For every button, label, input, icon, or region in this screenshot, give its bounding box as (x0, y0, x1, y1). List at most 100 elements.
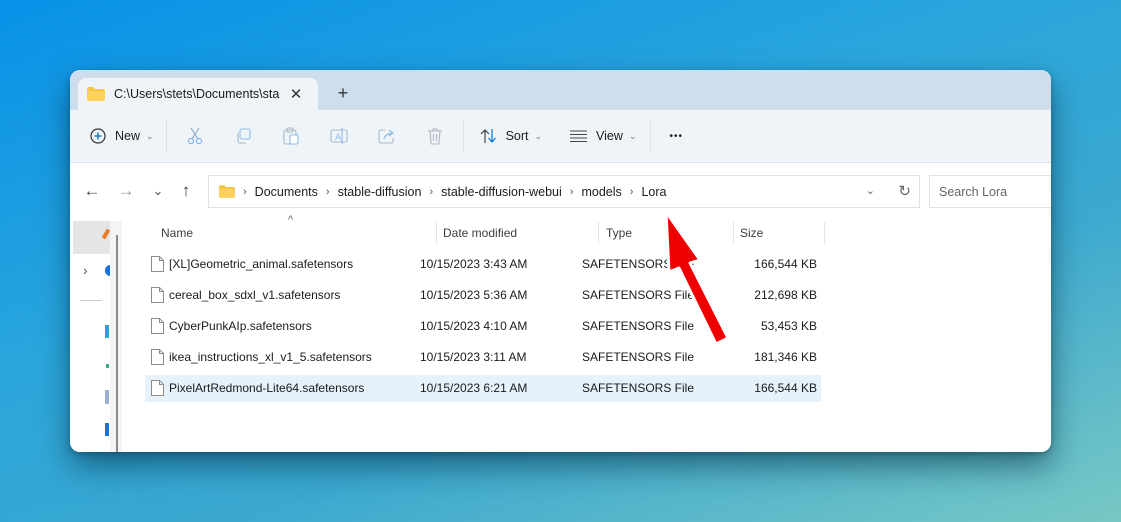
file-date-modified: 10/15/2023 3:11 AM (420, 350, 527, 364)
breadcrumb-separator[interactable]: › (630, 186, 634, 198)
column-header-size[interactable]: Size (740, 218, 763, 246)
file-date-modified: 10/15/2023 4:10 AM (420, 319, 528, 333)
file-name: ikea_instructions_xl_v1_5.safetensors (169, 350, 372, 364)
cut-button[interactable] (171, 120, 219, 152)
navigation-pane: › (70, 218, 122, 452)
expand-chevron-icon[interactable]: › (83, 262, 88, 278)
file-type: SAFETENSORS File (582, 288, 695, 302)
breadcrumb-models[interactable]: models (581, 185, 621, 199)
file-size: 166,544 KB (754, 257, 817, 271)
breadcrumb-separator[interactable]: › (243, 186, 247, 198)
nav-pane-scrollbar[interactable] (110, 221, 122, 452)
nav-pane-selected-item[interactable] (73, 221, 111, 254)
column-divider[interactable] (733, 222, 734, 244)
folder-icon (87, 87, 105, 101)
delete-icon (427, 128, 442, 145)
breadcrumb-stable-diffusion[interactable]: stable-diffusion (338, 185, 422, 199)
file-size: 212,698 KB (754, 288, 817, 302)
file-type: SAFETENSORS File (582, 381, 695, 395)
up-arrow-icon[interactable]: ↑ (176, 181, 196, 201)
documents-icon[interactable] (105, 390, 109, 404)
breadcrumb-stable-diffusion-webui[interactable]: stable-diffusion-webui (441, 185, 562, 199)
plus-circle-icon (90, 128, 106, 144)
rename-icon: A (330, 128, 348, 144)
file-name: [XL]Geometric_animal.safetensors (169, 257, 354, 271)
breadcrumb-documents[interactable]: Documents (255, 185, 318, 199)
file-icon (151, 256, 164, 272)
view-button[interactable]: View ⌄ (562, 120, 644, 152)
search-input[interactable] (929, 175, 1051, 208)
toolbar-divider (650, 120, 652, 152)
recent-locations-chevron-icon[interactable]: ⌄ (148, 181, 168, 201)
share-icon (378, 129, 394, 144)
copy-button[interactable] (219, 120, 267, 152)
refresh-icon[interactable]: ↻ (898, 182, 911, 200)
address-bar[interactable]: › Documents › stable-diffusion › stable-… (208, 175, 920, 208)
nav-pane-divider (80, 300, 102, 301)
file-name: CyberPunkAIp.safetensors (169, 319, 312, 333)
column-divider[interactable] (436, 222, 437, 244)
paste-icon (283, 127, 299, 145)
column-header-type[interactable]: Type (606, 218, 632, 246)
breadcrumb-separator[interactable]: › (570, 186, 574, 198)
column-divider[interactable] (824, 222, 825, 244)
command-bar: New ⌄ A Sort ⌄ View ⌄ ••• (70, 110, 1051, 163)
cut-icon (187, 127, 202, 145)
chevron-down-icon: ⌄ (534, 130, 543, 141)
new-tab-button[interactable]: + (332, 82, 354, 104)
downloads-icon[interactable] (106, 364, 109, 368)
sort-label: Sort (505, 129, 529, 143)
chevron-down-icon: ⌄ (628, 130, 637, 141)
file-type: SAFETENSORS File (582, 350, 695, 364)
forward-arrow-icon[interactable]: → (116, 181, 136, 201)
file-size: 181,346 KB (754, 350, 817, 364)
file-row[interactable]: cereal_box_sdxl_v1.safetensors 10/15/2023… (145, 282, 821, 309)
view-label: View (596, 129, 623, 143)
column-headers: ^ Name Date modified Type Size (122, 214, 882, 246)
address-row: ← → ⌄ ↑ › Documents › stable-diffusion ›… (70, 164, 1051, 218)
column-header-date-modified[interactable]: Date modified (443, 218, 517, 246)
file-name: PixelArtRedmond-Lite64.safetensors (169, 381, 365, 395)
file-explorer-window: C:\Users\stets\Documents\sta ✕ + New ⌄ A (70, 70, 1051, 452)
file-type: SAFETENSORS File (582, 257, 695, 271)
copy-icon (237, 128, 251, 144)
new-label: New (115, 129, 141, 143)
sort-button[interactable]: Sort ⌄ (472, 120, 550, 152)
file-date-modified: 10/15/2023 6:21 AM (420, 381, 528, 395)
file-icon (151, 349, 164, 365)
file-size: 166,544 KB (754, 381, 817, 395)
column-header-name[interactable]: Name (161, 218, 193, 246)
desktop-icon[interactable] (105, 325, 109, 338)
breadcrumb-separator[interactable]: › (429, 186, 433, 198)
close-tab-icon[interactable]: ✕ (286, 85, 306, 103)
address-history-chevron-icon[interactable]: ⌄ (866, 184, 875, 197)
breadcrumb-lora[interactable]: Lora (641, 185, 666, 199)
file-row[interactable]: ikea_instructions_xl_v1_5.safetensors 10/… (145, 344, 821, 371)
file-row[interactable]: [XL]Geometric_animal.safetensors 10/15/20… (145, 251, 821, 278)
delete-button[interactable] (411, 120, 459, 152)
back-arrow-icon[interactable]: ← (82, 181, 102, 201)
paste-button[interactable] (267, 120, 315, 152)
new-button[interactable]: New ⌄ (82, 120, 162, 152)
file-size: 53,453 KB (760, 319, 817, 333)
rename-button[interactable]: A (315, 120, 363, 152)
file-date-modified: 10/15/2023 3:43 AM (420, 257, 528, 271)
sort-ascending-icon: ^ (288, 214, 294, 226)
column-divider[interactable] (598, 222, 599, 244)
toolbar-divider (165, 120, 167, 152)
file-row[interactable]: PixelArtRedmond-Lite64.safetensors 10/15/… (145, 375, 821, 402)
file-icon (151, 380, 164, 396)
tab-strip: C:\Users\stets\Documents\sta ✕ + (70, 70, 1051, 110)
scrollbar-thumb[interactable] (116, 235, 118, 452)
share-button[interactable] (363, 120, 411, 152)
file-list: ^ Name Date modified Type Size [XL]Geome… (122, 214, 1051, 452)
file-date-modified: 10/15/2023 5:36 AM (420, 288, 528, 302)
breadcrumb-separator[interactable]: › (326, 186, 330, 198)
pictures-icon[interactable] (105, 423, 109, 436)
tab-current-folder[interactable]: C:\Users\stets\Documents\sta ✕ (78, 78, 318, 110)
sort-icon (480, 129, 496, 143)
file-row[interactable]: CyberPunkAIp.safetensors 10/15/2023 4:10 … (145, 313, 821, 340)
more-options-icon[interactable]: ••• (661, 120, 691, 152)
file-icon (151, 287, 164, 303)
file-type: SAFETENSORS File (582, 319, 695, 333)
